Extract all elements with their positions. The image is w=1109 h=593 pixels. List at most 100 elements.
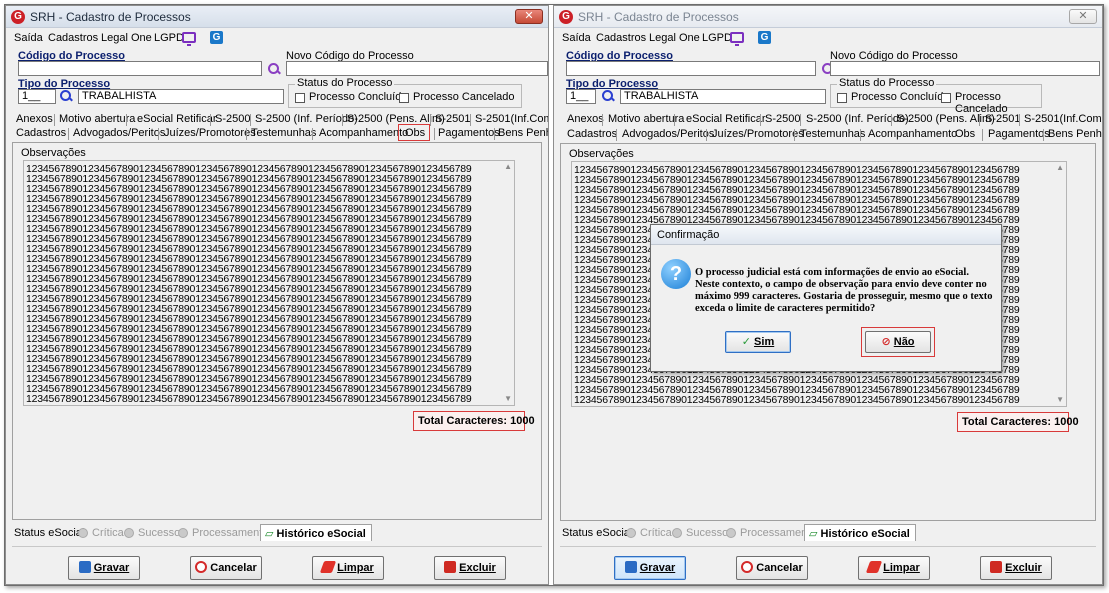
tab-pagamentos[interactable]: Pagamentos [988, 128, 1050, 140]
save-icon [78, 561, 91, 573]
menu-saida[interactable]: Saída [562, 32, 591, 44]
window-left: G SRH - Cadastro de Processos ✕ Saída Ca… [5, 5, 549, 585]
tab-bens-penh[interactable]: Bens Penh. [1048, 128, 1102, 140]
tipo-code-input[interactable]: 1__ [18, 89, 56, 104]
limpar-button[interactable]: Limpar [312, 556, 384, 580]
tab-s2501[interactable]: S-2501 [985, 113, 1020, 125]
close-button[interactable]: ✕ [1069, 9, 1097, 24]
history-icon: ▱ [265, 528, 274, 540]
tab-separator [800, 114, 801, 126]
menu-lgpd[interactable]: LGPD [702, 32, 732, 44]
processamento-radio[interactable] [178, 528, 188, 538]
scroll-up-icon[interactable]: ▲ [1055, 163, 1065, 173]
tab-advogados-peritos[interactable]: Advogados/Peritos [622, 128, 714, 140]
no-entry-icon: ⊘ [881, 336, 891, 348]
cancelado-checkbox[interactable] [399, 93, 409, 103]
tab-pagamentos[interactable]: Pagamentos [438, 127, 500, 139]
tab-s2500[interactable]: S-2500 [765, 113, 800, 125]
tab-motivo-abertura[interactable]: Motivo abertura [59, 113, 135, 125]
nao-button[interactable]: ⊘ Não [865, 331, 931, 353]
tab-cadastros[interactable]: Cadastros [16, 127, 66, 139]
tabs-row-1: Anexos Motivo abertura eSocial Retificar… [12, 113, 548, 127]
sim-label: Sim [754, 336, 775, 348]
tab-esocial-retificar[interactable]: eSocial Retificar [137, 113, 216, 125]
menu-legal-one[interactable]: Legal One [101, 32, 152, 44]
cancelar-button[interactable]: Cancelar [190, 556, 262, 580]
tab-s2501-inf-compl[interactable]: S-2501(Inf.Compl) [1024, 113, 1102, 125]
codigo-input[interactable] [566, 61, 816, 76]
status-processo-label: Status do Processo [837, 77, 937, 89]
codigo-input[interactable] [18, 61, 262, 76]
tab-separator [470, 114, 471, 126]
menu-cadastros[interactable]: Cadastros [48, 32, 98, 44]
search-tipo-icon[interactable] [60, 90, 72, 102]
critica-label: Crítica [640, 527, 672, 539]
tab-testemunhas[interactable]: Testemunhas [800, 128, 865, 140]
tab-advogados-peritos[interactable]: Advogados/Peritos [73, 127, 165, 139]
critica-radio[interactable] [78, 528, 88, 538]
limpar-button[interactable]: Limpar [858, 556, 930, 580]
novo-codigo-input[interactable] [830, 61, 1100, 76]
vertical-scrollbar[interactable]: ▲ ▼ [1055, 163, 1065, 405]
tab-testemunhas[interactable]: Testemunhas [251, 127, 316, 139]
tab-s2500[interactable]: S-2500 [215, 113, 250, 125]
cancelado-checkbox[interactable] [941, 93, 951, 103]
tab-s2500-inf-periodo[interactable]: S-2500 (Inf. Período) [806, 113, 909, 125]
close-button[interactable]: ✕ [515, 9, 543, 24]
scroll-down-icon[interactable]: ▼ [1055, 395, 1065, 405]
tab-anexos[interactable]: Anexos [567, 113, 604, 125]
eraser-icon [319, 561, 337, 573]
observacoes-textarea[interactable]: ▲ ▼ 123456789012345678901234567890123456… [23, 160, 515, 406]
tab-motivo-abertura[interactable]: Motivo abertura [608, 113, 684, 125]
menu-cadastros[interactable]: Cadastros [596, 32, 646, 44]
vertical-scrollbar[interactable]: ▲ ▼ [503, 162, 513, 404]
concluido-checkbox[interactable] [837, 93, 847, 103]
menu-saida[interactable]: Saída [14, 32, 43, 44]
tipo-code-input[interactable]: 1__ [566, 89, 596, 104]
concluido-checkbox[interactable] [295, 93, 305, 103]
critica-radio[interactable] [626, 528, 636, 538]
tab-s2501[interactable]: S-2501 [435, 113, 470, 125]
tab-anexos[interactable]: Anexos [16, 113, 53, 125]
scroll-down-icon[interactable]: ▼ [503, 394, 513, 404]
screenshot-frame: G SRH - Cadastro de Processos ✕ Saída Ca… [4, 4, 1104, 586]
processamento-radio[interactable] [726, 528, 736, 538]
monitor-icon[interactable] [182, 32, 196, 46]
search-tipo-icon[interactable] [602, 90, 614, 102]
tab-esocial-retificar[interactable]: eSocial Retificar [686, 113, 765, 125]
sucesso-radio[interactable] [672, 528, 682, 538]
sucesso-radio[interactable] [124, 528, 134, 538]
obs-panel: Observações ▲ ▼ 123456789012345678901234… [12, 142, 542, 520]
gravar-button[interactable]: Gravar [614, 556, 686, 580]
monitor-icon[interactable] [730, 32, 744, 46]
g-icon[interactable]: G [758, 31, 771, 44]
novo-codigo-input[interactable] [286, 61, 548, 76]
scroll-up-icon[interactable]: ▲ [503, 162, 513, 172]
tab-acompanhamento[interactable]: Acompanhamento [319, 127, 408, 139]
limpar-label: Limpar [337, 562, 374, 574]
historico-esocial-tab[interactable]: ▱ Histórico eSocial [260, 524, 372, 541]
tab-obs[interactable]: Obs [405, 127, 425, 139]
tab-separator [674, 114, 675, 126]
tab-juizes-promotores[interactable]: Juízes/Promotores [164, 127, 256, 139]
tab-s2500-pens-alim[interactable]: S-2500 (Pens. Alim) [897, 113, 995, 125]
menu-lgpd[interactable]: LGPD [154, 32, 184, 44]
menu-legal-one[interactable]: Legal One [649, 32, 700, 44]
sim-button[interactable]: ✓ Sim [725, 331, 791, 353]
cancelar-button[interactable]: Cancelar [736, 556, 808, 580]
historico-esocial-tab[interactable]: ▱ Histórico eSocial [804, 524, 916, 541]
tab-separator [342, 114, 343, 126]
tab-acompanhamento[interactable]: Acompanhamento [868, 128, 957, 140]
tab-obs[interactable]: Obs [955, 128, 975, 140]
g-icon[interactable]: G [210, 31, 223, 44]
search-codigo-icon[interactable] [268, 63, 280, 75]
excluir-button[interactable]: Excluir [434, 556, 506, 580]
tab-s2501-inf-compl[interactable]: S-2501(Inf.Compl) [475, 113, 548, 125]
gravar-label: Gravar [639, 562, 676, 574]
tab-juizes-promotores[interactable]: Juízes/Promotores [712, 128, 804, 140]
gravar-button[interactable]: Gravar [68, 556, 140, 580]
tab-cadastros[interactable]: Cadastros [567, 128, 617, 140]
excluir-button[interactable]: Excluir [980, 556, 1052, 580]
status-esocial-label: Status eSocial: [14, 527, 88, 539]
tab-bens-penh[interactable]: Bens Penh. [498, 127, 548, 139]
